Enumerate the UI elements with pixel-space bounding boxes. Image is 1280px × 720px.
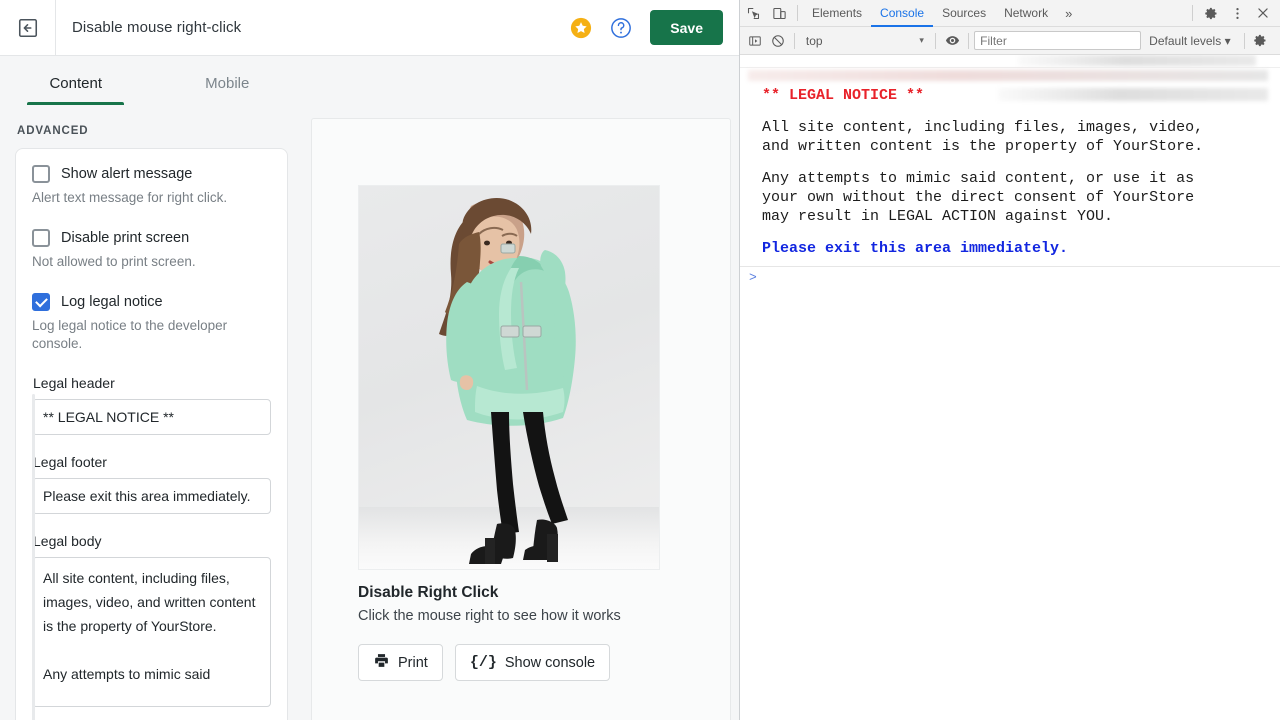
settings-card: Show alert message Alert text message fo… [15, 148, 288, 720]
more-tabs-icon[interactable]: » [1057, 6, 1080, 21]
legal-footer-label: Legal footer [33, 454, 107, 470]
tab-mobile[interactable]: Mobile [152, 75, 304, 105]
section-label-advanced: ADVANCED [17, 125, 89, 137]
checkbox-show-alert-message[interactable] [32, 165, 50, 183]
back-arrow-icon[interactable] [0, 0, 56, 56]
redacted-source-row [740, 67, 1280, 81]
execution-context-select[interactable]: top ▾ [800, 34, 930, 48]
preview-pane: Disable Right Click Click the mouse righ… [303, 105, 739, 720]
product-title: Disable Right Click [358, 584, 499, 601]
inspect-element-icon[interactable] [740, 0, 766, 26]
console-filterbar: top ▾ Default levels ▾ [740, 27, 1280, 55]
legal-body-label: Legal body [33, 533, 102, 549]
print-button-label: Print [398, 654, 428, 671]
tab-elements[interactable]: Elements [803, 0, 871, 27]
console-message-footer: Please exit this area immediately. [762, 240, 1069, 257]
editor-body: ADVANCED Show alert message Alert text m… [0, 105, 739, 720]
redacted-source-row [740, 55, 1280, 67]
page-title: Disable mouse right-click [72, 19, 242, 36]
console-output[interactable]: ** LEGAL NOTICE ** All site content, inc… [740, 55, 1280, 720]
console-message-body-line: All site content, including files, image… [762, 119, 1204, 136]
console-message-body-line: Any attempts to mimic said content, or u… [762, 170, 1195, 187]
checkbox-disable-print-screen[interactable] [32, 229, 50, 247]
filterbar-divider [968, 32, 970, 49]
preview-buttons: Print {/} Show console [358, 644, 684, 681]
print-button[interactable]: Print [358, 644, 443, 681]
chevron-down-icon: ▾ [1224, 33, 1231, 48]
star-icon[interactable] [570, 17, 592, 39]
gear-icon[interactable] [1198, 0, 1224, 26]
settings-sidebar: ADVANCED Show alert message Alert text m… [0, 105, 303, 720]
option-help-text: Alert text message for right click. [32, 190, 228, 205]
option-show-alert-message[interactable]: Show alert message [32, 165, 271, 183]
console-sidebar-icon[interactable] [744, 28, 767, 54]
log-levels-select[interactable]: Default levels ▾ [1141, 34, 1238, 48]
toolbar-divider [1192, 5, 1193, 21]
product-subtitle: Click the mouse right to see how it work… [358, 608, 621, 624]
filterbar-divider [794, 32, 795, 49]
app-root: Disable mouse right-click Save Content M… [0, 0, 1280, 720]
preview-card: Disable Right Click Click the mouse righ… [311, 118, 731, 720]
prompt-caret-icon: > [749, 270, 757, 285]
redacted-bar [1018, 55, 1256, 66]
option-label: Show alert message [61, 166, 193, 182]
option-label: Log legal notice [61, 294, 163, 310]
tab-content[interactable]: Content [0, 75, 152, 105]
clear-console-icon[interactable] [767, 28, 790, 54]
legal-header-input[interactable] [32, 399, 271, 435]
devtools-tabbar: Elements Console Sources Network » [740, 0, 1280, 27]
kebab-menu-icon[interactable] [1224, 0, 1250, 26]
code-braces-icon: {/} [469, 654, 497, 671]
log-levels-label: Default levels [1149, 33, 1222, 48]
redacted-bar [748, 70, 1268, 81]
sidebar-scrollbar[interactable] [32, 394, 35, 720]
editor-tabs: Content Mobile [0, 56, 303, 105]
option-help-text: Log legal notice to the developer consol… [32, 318, 228, 351]
show-console-button-label: Show console [504, 654, 596, 671]
console-message-legal-notice: ** LEGAL NOTICE ** All site content, inc… [740, 86, 1280, 266]
toolbar-divider [797, 5, 798, 21]
editor-pane: Disable mouse right-click Save Content M… [0, 0, 739, 720]
show-console-button[interactable]: {/} Show console [454, 644, 611, 681]
top-toolbar: Disable mouse right-click Save [0, 0, 739, 56]
tab-sources[interactable]: Sources [933, 0, 995, 27]
product-photo [358, 185, 660, 570]
live-expression-eye-icon[interactable] [941, 28, 964, 54]
console-prompt[interactable]: > [740, 266, 1280, 288]
printer-icon [373, 652, 390, 673]
tab-network[interactable]: Network [995, 0, 1057, 27]
device-toolbar-icon[interactable] [766, 0, 792, 26]
legal-header-label: Legal header [33, 375, 115, 391]
legal-footer-input[interactable] [32, 478, 271, 514]
option-log-legal-notice[interactable]: Log legal notice [32, 293, 271, 311]
option-disable-print-screen[interactable]: Disable print screen [32, 229, 271, 247]
redacted-bar [998, 88, 1268, 101]
console-message-body-line: your own without the direct consent of Y… [762, 189, 1195, 206]
legal-body-textarea[interactable]: All site content, including files, image… [32, 557, 271, 707]
console-settings-gear-icon[interactable] [1249, 28, 1272, 54]
checkbox-log-legal-notice[interactable] [32, 293, 50, 311]
save-button[interactable]: Save [650, 10, 723, 45]
console-message-body-line: may result in LEGAL ACTION against YOU. [762, 208, 1114, 225]
chevron-down-icon: ▾ [919, 35, 924, 45]
help-circle-icon[interactable] [610, 17, 632, 39]
execution-context-value: top [805, 33, 823, 48]
close-icon[interactable] [1250, 0, 1276, 26]
tab-console[interactable]: Console [871, 0, 933, 27]
option-help-text: Not allowed to print screen. [32, 254, 196, 269]
filterbar-divider [1243, 32, 1245, 49]
devtools-pane: Elements Console Sources Network » top ▾… [739, 0, 1280, 720]
console-message-body-line: and written content is the property of Y… [762, 138, 1204, 155]
filterbar-divider [934, 32, 936, 49]
option-label: Disable print screen [61, 230, 190, 246]
console-filter-input[interactable] [974, 31, 1142, 50]
